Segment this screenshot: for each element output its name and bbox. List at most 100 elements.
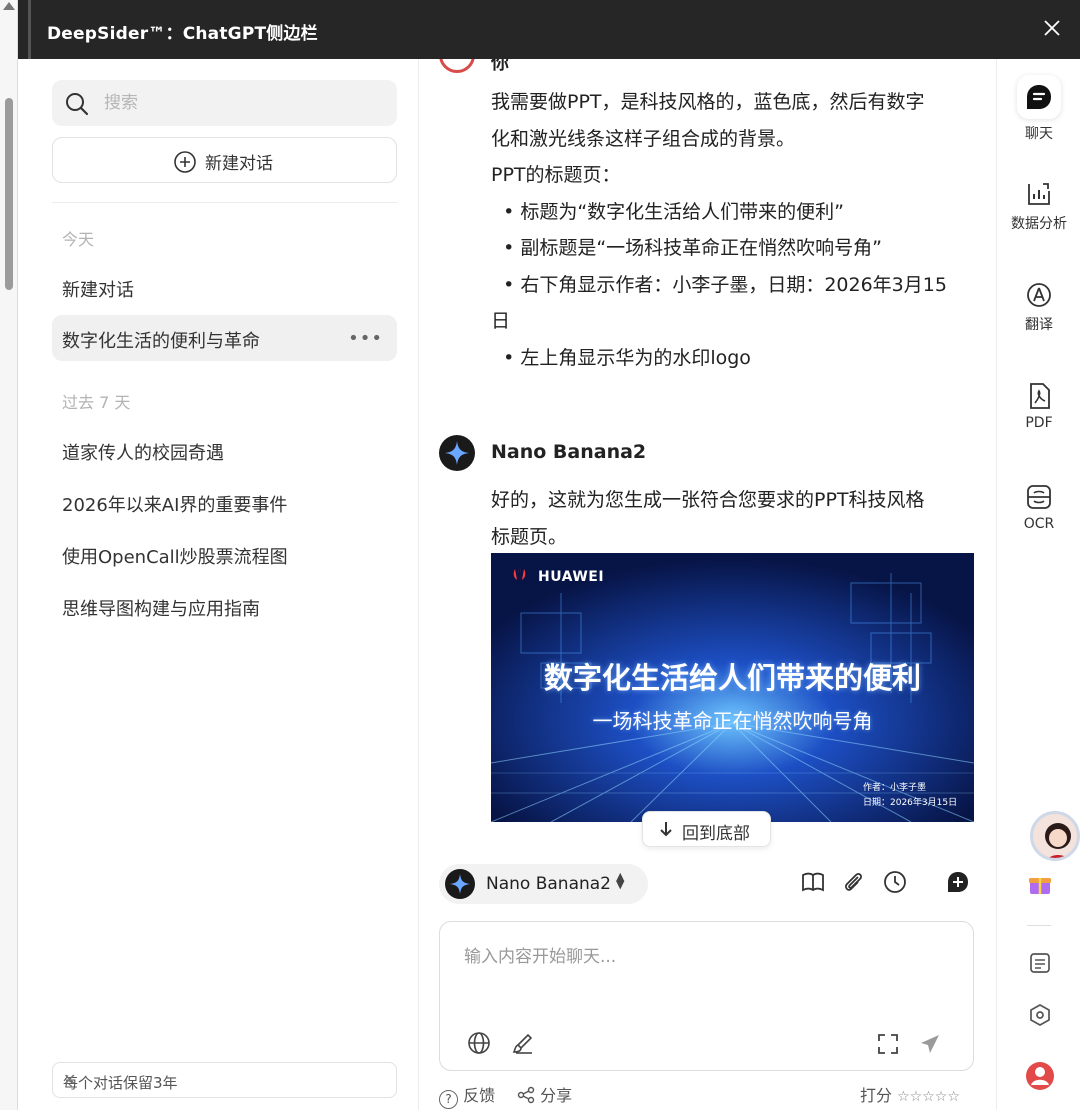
message-line: 我需要做PPT，是科技风格的，蓝色底，然后有数字 (491, 91, 925, 113)
tool-rail: 聊天 数据分析 翻译 PDF OCR (996, 59, 1080, 1110)
ppt-headline: 数字化生活给人们带来的便利 (543, 661, 921, 695)
model-icon (445, 869, 475, 899)
rail-item-ocr[interactable]: OCR (997, 482, 1080, 532)
conversation-title: 使用OpenCall炒股票流程图 (62, 547, 288, 568)
scrollbar-thumb[interactable] (5, 98, 13, 290)
window-scrollbar[interactable] (0, 0, 18, 1110)
book-icon[interactable] (800, 869, 826, 895)
bot-name: Nano Banana2 (491, 441, 647, 463)
sparkle-icon (445, 441, 469, 465)
conversation-title: 数字化生活的便利与革命 (62, 331, 260, 352)
generated-ppt-image[interactable]: HUAWEI 数字化生活给人们带来的便利 一场科技革命正在悄然吹响号角 作者：小… (491, 553, 974, 822)
back-to-bottom-label: 回到底部 (682, 824, 750, 844)
message-line: • 副标题是“一场科技革命正在悄然吹响号角” (491, 237, 883, 259)
history-clock-icon[interactable] (882, 869, 908, 895)
title-accent-bar (28, 0, 31, 59)
settings-hexagon-icon[interactable] (1028, 1003, 1052, 1031)
conversation-title: 2026年以来AI界的重要事件 (62, 495, 288, 516)
rail-item-data-analysis[interactable]: 数据分析 (997, 179, 1080, 233)
notes-icon[interactable] (1028, 951, 1052, 979)
chat-panel: 你 我需要做PPT，是科技风格的，蓝色底，然后有数字 化和激光线条这样子组合成的… (420, 59, 996, 1110)
bot-message: 好的，这就为您生成一张符合您要求的PPT科技风格 标题页。 (491, 482, 971, 555)
model-selector[interactable]: Nano Banana2 ▲ ▼ (439, 864, 648, 904)
title-bar: DeepSider™：ChatGPT侧边栏 (18, 0, 1080, 59)
assistant-avatar[interactable] (1030, 811, 1080, 861)
conversation-title: 新建对话 (62, 280, 134, 301)
more-options-icon[interactable]: ••• (348, 328, 383, 349)
message-line: PPT的标题页： (491, 164, 621, 186)
model-name: Nano Banana2 (486, 874, 611, 894)
ocr-icon (1027, 485, 1051, 509)
new-chat-label: 新建对话 (205, 154, 273, 174)
rail-label: PDF (1025, 415, 1053, 431)
send-icon[interactable] (918, 1032, 942, 1056)
brush-icon[interactable] (510, 1030, 536, 1056)
app-title: DeepSider™：ChatGPT侧边栏 (47, 24, 318, 44)
expand-icon[interactable] (876, 1032, 900, 1056)
chat-input-box[interactable] (439, 921, 974, 1071)
divider (52, 202, 397, 203)
rail-label: 聊天 (1025, 126, 1053, 142)
rail-item-pdf[interactable]: PDF (997, 381, 1080, 431)
search-input[interactable] (104, 80, 384, 126)
star-rating-icons[interactable]: ☆☆☆☆☆ (897, 1089, 960, 1105)
bot-avatar (439, 435, 475, 471)
message-line: 标题页。 (491, 525, 568, 548)
arrow-down-icon (660, 822, 672, 837)
search-icon (66, 93, 89, 116)
message-line: • 左上角显示华为的水印logo (491, 346, 751, 369)
conversation-sidebar: 新建对话 今天 新建对话 数字化生活的便利与革命 ••• 过去 7 天 道家传人… (18, 59, 419, 1110)
new-chat-button[interactable]: 新建对话 (52, 137, 397, 183)
conversation-item[interactable]: 2026年以来AI界的重要事件 (52, 479, 397, 525)
translate-icon (1027, 283, 1051, 307)
web-search-globe-icon[interactable] (466, 1030, 492, 1056)
ppt-author: 作者：小李子墨 (863, 783, 927, 793)
new-chat-plus-icon[interactable] (945, 869, 971, 895)
feedback-link[interactable]: ? 反馈 (439, 1082, 495, 1109)
scroll-up-arrow-icon[interactable] (3, 2, 15, 10)
user-message: 我需要做PPT，是科技风格的，蓝色底，然后有数字 化和激光线条这样子组合成的背景… (491, 84, 971, 376)
conversation-item[interactable]: 使用OpenCall炒股票流程图 (52, 531, 397, 577)
sparkle-icon (450, 874, 470, 894)
user-avatar (439, 59, 475, 73)
group-label-past-7-days: 过去 7 天 (62, 393, 131, 412)
conversation-item[interactable]: 道家传人的校园奇遇 (52, 427, 397, 473)
ppt-date: 日期：2026年3月15日 (863, 798, 958, 808)
attach-icon[interactable] (840, 869, 866, 895)
pdf-icon (1030, 383, 1050, 409)
message-line: 日 (491, 310, 511, 332)
conversation-item[interactable]: 思维导图构建与应用指南 (52, 583, 397, 629)
add-chat-icon (174, 150, 196, 173)
ppt-brand-watermark: HUAWEI (538, 569, 605, 585)
ppt-subtitle: 一场科技革命正在悄然吹响号角 (592, 709, 873, 733)
rail-item-chat[interactable]: 聊天 (997, 75, 1080, 143)
conversation-item[interactable]: 新建对话 (52, 264, 397, 310)
help-circle-icon: ? (439, 1090, 458, 1109)
rating[interactable]: 打分 ☆☆☆☆☆ (860, 1082, 960, 1106)
chat-icon (1027, 85, 1051, 109)
dismiss-icon[interactable]: ✕ (63, 1070, 384, 1089)
share-icon (517, 1086, 535, 1104)
user-name: 你 (491, 59, 509, 74)
back-to-bottom-button[interactable]: 回到底部 (642, 811, 771, 847)
share-link[interactable]: 分享 (517, 1082, 572, 1106)
chat-input[interactable] (464, 942, 944, 1002)
rail-label: OCR (1023, 516, 1055, 532)
chart-icon (1028, 183, 1050, 205)
rail-divider (1027, 925, 1051, 926)
gift-icon[interactable] (1027, 871, 1053, 901)
rail-label: 数据分析 (1011, 216, 1067, 232)
search-box[interactable] (52, 80, 397, 126)
conversation-item-active[interactable]: 数字化生活的便利与革命 ••• (52, 315, 397, 361)
rail-item-translate[interactable]: 翻译 (997, 280, 1080, 334)
group-label-today: 今天 (62, 230, 95, 249)
feedback-label: 反馈 (463, 1086, 496, 1105)
rate-label: 打分 (860, 1086, 893, 1105)
message-line: 化和激光线条这样子组合成的背景。 (491, 127, 796, 150)
close-icon[interactable] (1038, 14, 1066, 42)
share-label: 分享 (540, 1086, 573, 1105)
rail-label: 翻译 (1025, 317, 1053, 333)
user-profile-icon[interactable] (1025, 1061, 1055, 1095)
message-line: 好的，这就为您生成一张符合您要求的PPT科技风格 (491, 489, 925, 511)
conversation-title: 道家传人的校园奇遇 (62, 443, 224, 464)
